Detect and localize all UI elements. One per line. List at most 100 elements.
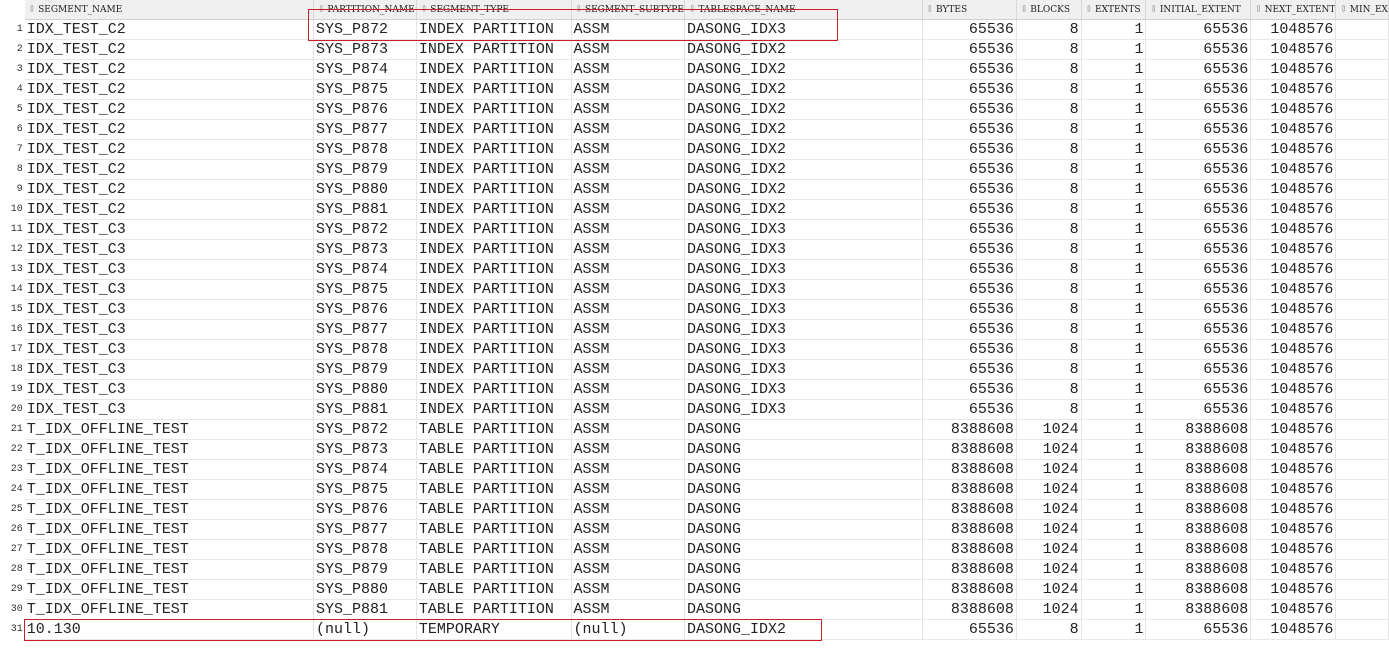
cell-extents[interactable]: 1 (1081, 339, 1147, 360)
cell-initial-extent[interactable]: 8388608 (1145, 579, 1252, 600)
cell-tablespace-name[interactable]: DASONG (684, 519, 923, 540)
column-header-extents[interactable]: ⇕ EXTENTS (1081, 0, 1147, 20)
sort-icon[interactable]: ⇕ (28, 4, 36, 15)
cell-min-ex[interactable] (1335, 219, 1389, 240)
cell-partition-name[interactable]: SYS_P872 (313, 19, 417, 40)
cell-bytes[interactable]: 65536 (922, 359, 1017, 380)
cell-initial-extent[interactable]: 65536 (1145, 299, 1252, 320)
cell-initial-extent[interactable]: 65536 (1145, 139, 1252, 160)
cell-extents[interactable]: 1 (1081, 319, 1147, 340)
cell-segment-name[interactable]: IDX_TEST_C3 (24, 279, 314, 300)
cell-segment-type[interactable]: TABLE PARTITION (416, 419, 572, 440)
cell-segment-subtype[interactable]: ASSM (571, 239, 685, 260)
cell-min-ex[interactable] (1335, 579, 1389, 600)
cell-segment-name[interactable]: IDX_TEST_C2 (24, 139, 314, 160)
cell-min-ex[interactable] (1335, 19, 1389, 40)
cell-partition-name[interactable]: SYS_P873 (313, 439, 417, 460)
cell-tablespace-name[interactable]: DASONG_IDX2 (684, 99, 923, 120)
cell-initial-extent[interactable]: 65536 (1145, 59, 1252, 80)
cell-segment-type[interactable]: INDEX PARTITION (416, 139, 572, 160)
cell-segment-type[interactable]: INDEX PARTITION (416, 159, 572, 180)
cell-next-extent[interactable]: 1048576 (1250, 399, 1337, 420)
cell-initial-extent[interactable]: 65536 (1145, 619, 1252, 640)
cell-segment-name[interactable]: IDX_TEST_C3 (24, 259, 314, 280)
cell-initial-extent[interactable]: 65536 (1145, 99, 1252, 120)
sort-icon[interactable]: ⇕ (317, 4, 325, 15)
cell-bytes[interactable]: 65536 (922, 619, 1017, 640)
cell-segment-name[interactable]: T_IDX_OFFLINE_TEST (24, 539, 314, 560)
cell-partition-name[interactable]: SYS_P873 (313, 239, 417, 260)
cell-blocks[interactable]: 8 (1016, 279, 1082, 300)
sort-icon[interactable]: ⇕ (1339, 4, 1347, 15)
cell-partition-name[interactable]: SYS_P878 (313, 139, 417, 160)
cell-partition-name[interactable]: SYS_P872 (313, 419, 417, 440)
cell-min-ex[interactable] (1335, 119, 1389, 140)
cell-segment-subtype[interactable]: ASSM (571, 419, 685, 440)
cell-partition-name[interactable]: SYS_P876 (313, 499, 417, 520)
cell-next-extent[interactable]: 1048576 (1250, 539, 1337, 560)
cell-bytes[interactable]: 65536 (922, 39, 1017, 60)
cell-blocks[interactable]: 8 (1016, 119, 1082, 140)
cell-extents[interactable]: 1 (1081, 439, 1147, 460)
sort-icon[interactable]: ⇕ (688, 4, 696, 15)
cell-segment-subtype[interactable]: ASSM (571, 99, 685, 120)
cell-bytes[interactable]: 65536 (922, 379, 1017, 400)
cell-initial-extent[interactable]: 8388608 (1145, 499, 1252, 520)
cell-segment-subtype[interactable]: ASSM (571, 179, 685, 200)
cell-segment-type[interactable]: TABLE PARTITION (416, 579, 572, 600)
table-row[interactable]: 2 IDX_TEST_C2 SYS_P873 INDEX PARTITION ASSM D… (0, 39, 1389, 60)
cell-blocks[interactable]: 8 (1016, 199, 1082, 220)
cell-segment-name[interactable]: IDX_TEST_C3 (24, 239, 314, 260)
cell-partition-name[interactable]: SYS_P875 (313, 79, 417, 100)
cell-blocks[interactable]: 1024 (1016, 579, 1082, 600)
cell-tablespace-name[interactable]: DASONG_IDX3 (684, 219, 923, 240)
table-row[interactable]: 15 IDX_TEST_C3 SYS_P876 INDEX PARTITION ASSM… (0, 299, 1389, 320)
cell-next-extent[interactable]: 1048576 (1250, 339, 1337, 360)
cell-blocks[interactable]: 8 (1016, 99, 1082, 120)
table-row[interactable]: 17 IDX_TEST_C3 SYS_P878 INDEX PARTITION ASSM… (0, 339, 1389, 360)
cell-extents[interactable]: 1 (1081, 279, 1147, 300)
cell-partition-name[interactable]: SYS_P874 (313, 59, 417, 80)
table-row[interactable]: 8 IDX_TEST_C2 SYS_P879 INDEX PARTITION ASSM D… (0, 159, 1389, 180)
cell-partition-name[interactable]: SYS_P879 (313, 559, 417, 580)
cell-initial-extent[interactable]: 8388608 (1145, 439, 1252, 460)
cell-min-ex[interactable] (1335, 599, 1389, 620)
cell-blocks[interactable]: 8 (1016, 379, 1082, 400)
cell-blocks[interactable]: 1024 (1016, 599, 1082, 620)
cell-min-ex[interactable] (1335, 379, 1389, 400)
table-row[interactable]: 30 T_IDX_OFFLINE_TEST SYS_P881 TABLE PARTIT… (0, 599, 1389, 620)
cell-min-ex[interactable] (1335, 539, 1389, 560)
cell-next-extent[interactable]: 1048576 (1250, 279, 1337, 300)
cell-bytes[interactable]: 65536 (922, 339, 1017, 360)
cell-segment-subtype[interactable]: ASSM (571, 359, 685, 380)
cell-segment-subtype[interactable]: ASSM (571, 319, 685, 340)
cell-segment-type[interactable]: TABLE PARTITION (416, 539, 572, 560)
cell-initial-extent[interactable]: 65536 (1145, 39, 1252, 60)
cell-segment-name[interactable]: T_IDX_OFFLINE_TEST (24, 419, 314, 440)
cell-bytes[interactable]: 65536 (922, 159, 1017, 180)
cell-next-extent[interactable]: 1048576 (1250, 159, 1337, 180)
cell-segment-type[interactable]: INDEX PARTITION (416, 179, 572, 200)
column-header-segment-name[interactable]: ⇕ SEGMENT_NAME (24, 0, 314, 20)
cell-segment-subtype[interactable]: ASSM (571, 159, 685, 180)
cell-next-extent[interactable]: 1048576 (1250, 79, 1337, 100)
cell-initial-extent[interactable]: 8388608 (1145, 599, 1252, 620)
cell-min-ex[interactable] (1335, 399, 1389, 420)
cell-min-ex[interactable] (1335, 79, 1389, 100)
table-row[interactable]: 3 IDX_TEST_C2 SYS_P874 INDEX PARTITION ASSM D… (0, 59, 1389, 80)
cell-segment-type[interactable]: INDEX PARTITION (416, 99, 572, 120)
cell-blocks[interactable]: 8 (1016, 619, 1082, 640)
cell-segment-name[interactable]: IDX_TEST_C2 (24, 59, 314, 80)
cell-next-extent[interactable]: 1048576 (1250, 239, 1337, 260)
column-header-blocks[interactable]: ⇕ BLOCKS (1016, 0, 1082, 20)
cell-min-ex[interactable] (1335, 559, 1389, 580)
cell-partition-name[interactable]: SYS_P874 (313, 459, 417, 480)
cell-bytes[interactable]: 65536 (922, 239, 1017, 260)
cell-min-ex[interactable] (1335, 259, 1389, 280)
cell-segment-type[interactable]: TABLE PARTITION (416, 559, 572, 580)
cell-blocks[interactable]: 8 (1016, 339, 1082, 360)
cell-segment-type[interactable]: INDEX PARTITION (416, 219, 572, 240)
cell-next-extent[interactable]: 1048576 (1250, 379, 1337, 400)
cell-tablespace-name[interactable]: DASONG_IDX3 (684, 339, 923, 360)
cell-min-ex[interactable] (1335, 619, 1389, 640)
